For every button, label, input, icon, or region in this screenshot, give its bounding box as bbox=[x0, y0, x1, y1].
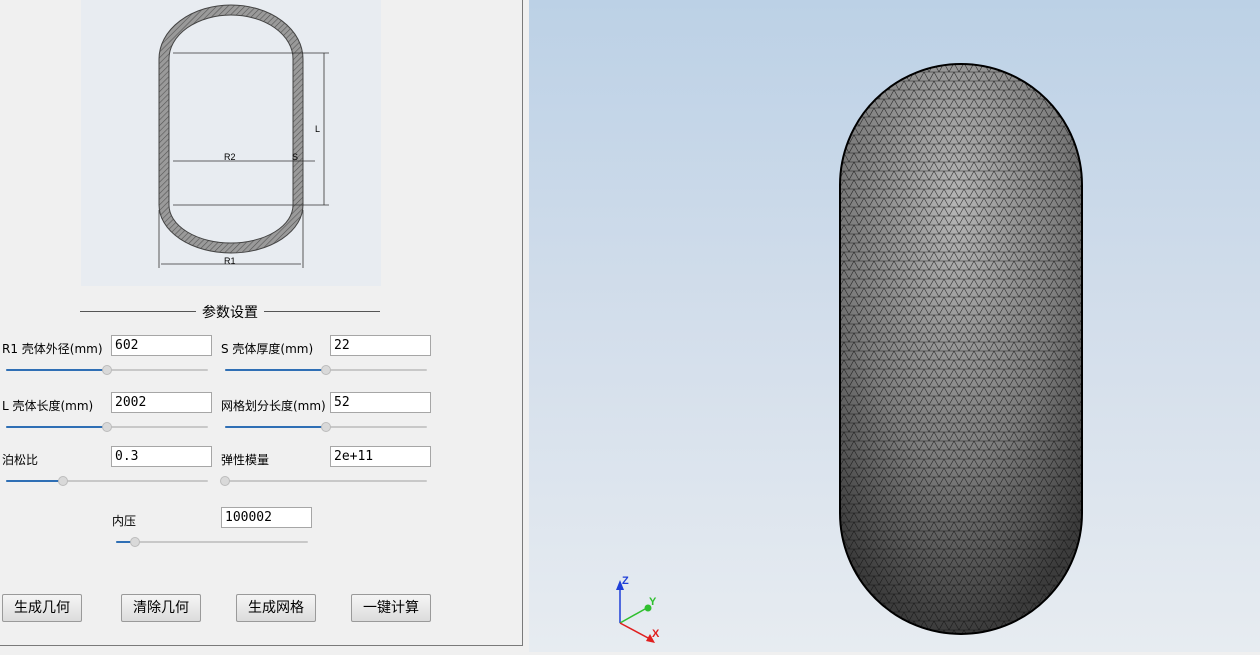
generate-mesh-button[interactable]: 生成网格 bbox=[236, 594, 316, 622]
diagram-label-l: L bbox=[315, 124, 320, 134]
meshed-shell-model[interactable] bbox=[829, 60, 1099, 640]
r1-input[interactable]: 602 bbox=[111, 335, 212, 356]
r1-slider[interactable] bbox=[6, 365, 208, 375]
pressure-label: 内压 bbox=[112, 514, 137, 528]
modulus-slider-thumb[interactable] bbox=[220, 476, 230, 486]
z-axis-label: Z bbox=[622, 575, 629, 587]
poisson-slider-thumb[interactable] bbox=[57, 476, 68, 486]
parameter-settings-heading: 参数设置 bbox=[80, 302, 380, 321]
s-input[interactable]: 22 bbox=[330, 335, 431, 356]
s-slider[interactable] bbox=[225, 365, 427, 375]
mesh-size-label: 网格划分长度(mm) bbox=[221, 399, 326, 413]
clear-geometry-button[interactable]: 清除几何 bbox=[121, 594, 201, 622]
s-slider-thumb[interactable] bbox=[321, 365, 331, 375]
l-label: L 壳体长度(mm) bbox=[2, 399, 94, 413]
modulus-label: 弹性模量 bbox=[221, 453, 270, 467]
l-slider-thumb[interactable] bbox=[102, 422, 112, 432]
poisson-slider[interactable] bbox=[6, 476, 208, 486]
r1-slider-thumb[interactable] bbox=[102, 365, 112, 375]
l-input[interactable]: 2002 bbox=[111, 392, 212, 413]
r1-label: R1 壳体外径(mm) bbox=[2, 342, 103, 356]
modulus-slider[interactable] bbox=[220, 476, 427, 486]
section-title-text: 参数设置 bbox=[196, 305, 264, 321]
shell-dimension-diagram: R2 S L R1 bbox=[81, 0, 381, 286]
pressure-slider-thumb[interactable] bbox=[130, 537, 141, 547]
diagram-label-r2: R2 bbox=[224, 152, 236, 162]
mesh-size-slider-thumb[interactable] bbox=[321, 422, 331, 432]
one-click-compute-button[interactable]: 一键计算 bbox=[351, 594, 431, 622]
generate-geometry-button[interactable]: 生成几何 bbox=[2, 594, 82, 622]
poisson-input[interactable]: 0.3 bbox=[111, 446, 212, 467]
x-axis-label: X bbox=[652, 628, 660, 640]
3d-viewport[interactable]: Z Y X bbox=[529, 0, 1260, 652]
axis-triad: Z Y X bbox=[616, 575, 660, 643]
s-label: S 壳体厚度(mm) bbox=[221, 342, 314, 356]
modulus-input[interactable]: 2e+11 bbox=[330, 446, 431, 467]
y-axis-line bbox=[619, 608, 646, 624]
parameter-panel: R2 S L R1 参数设置 R1 壳体外径(mm) 602 S 壳体厚度(mm… bbox=[0, 0, 523, 646]
pressure-slider[interactable] bbox=[116, 537, 308, 547]
y-axis-label: Y bbox=[649, 596, 657, 608]
poisson-label: 泊松比 bbox=[2, 453, 39, 467]
mesh-size-slider[interactable] bbox=[225, 422, 427, 432]
diagram-label-r1: R1 bbox=[224, 256, 236, 266]
pressure-input[interactable]: 100002 bbox=[221, 507, 312, 528]
mesh-size-input[interactable]: 52 bbox=[330, 392, 431, 413]
diagram-label-s: S bbox=[292, 152, 298, 162]
x-axis-line bbox=[619, 622, 651, 640]
l-slider[interactable] bbox=[6, 422, 208, 432]
